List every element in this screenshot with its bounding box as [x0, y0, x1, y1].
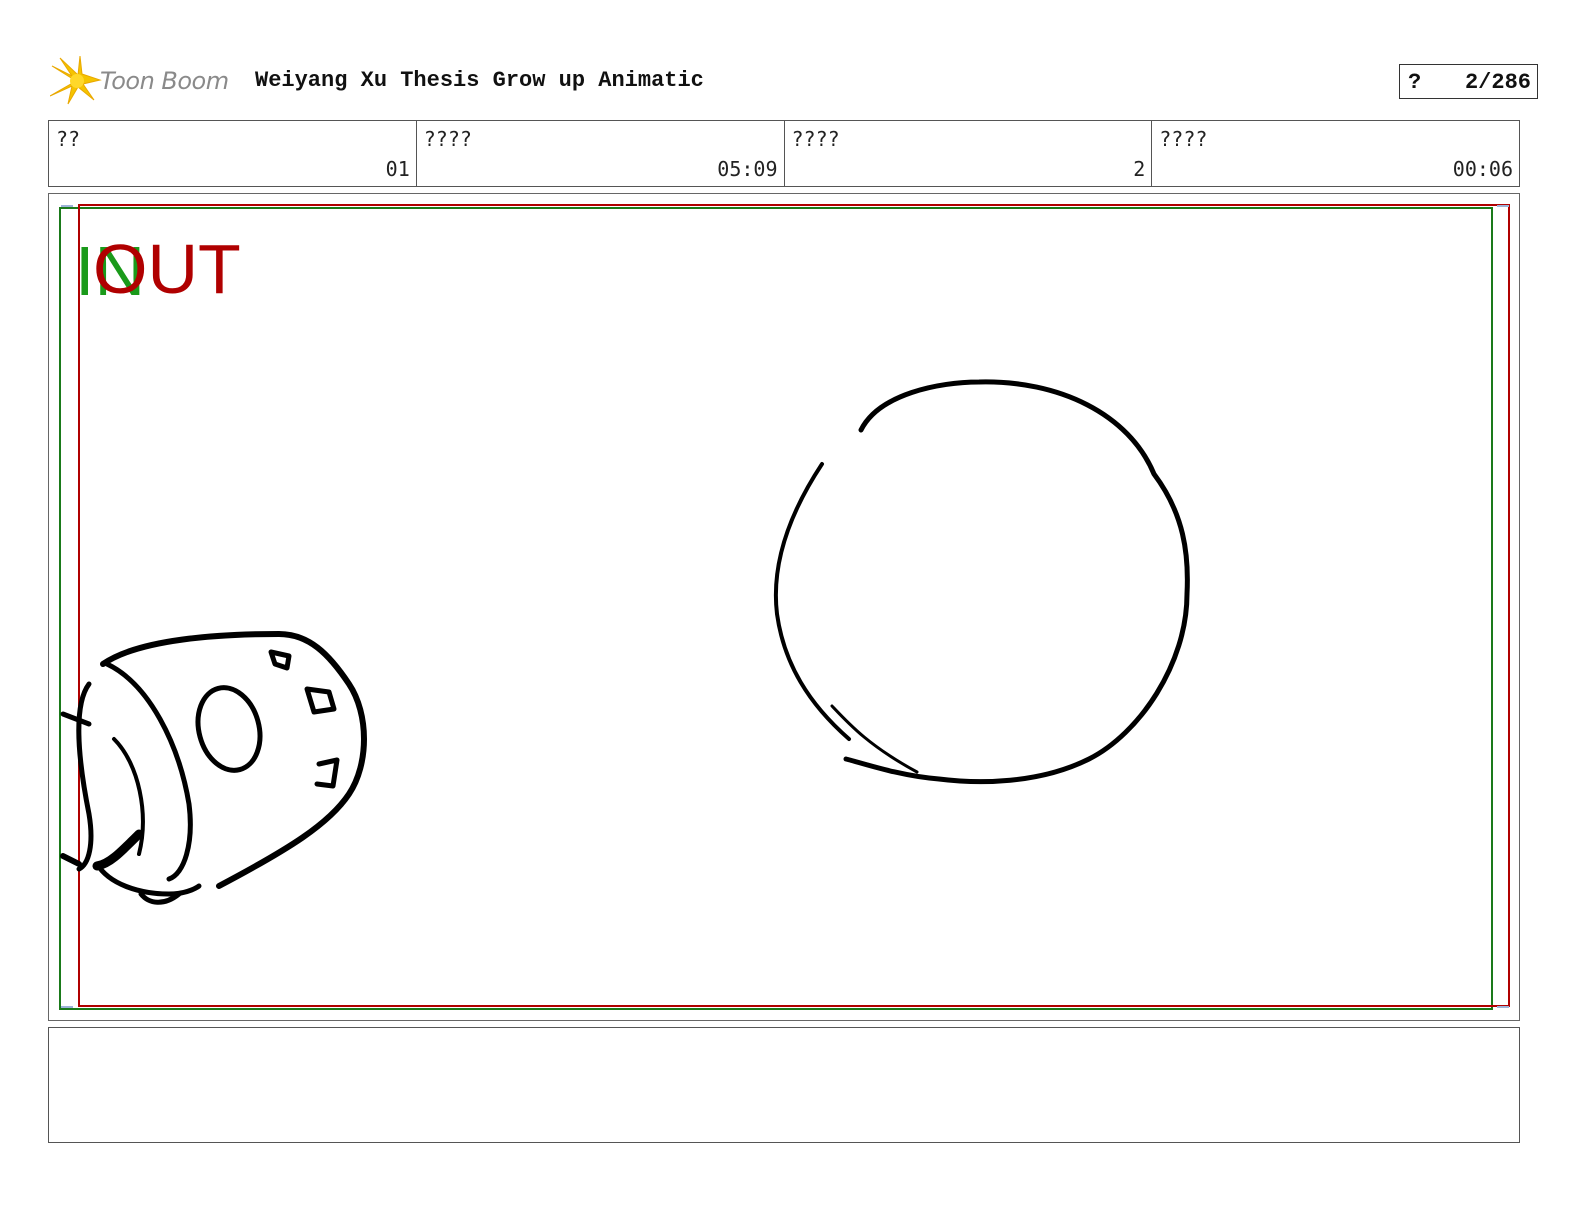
- starburst-icon: [50, 56, 102, 105]
- storyboard-header: Toon Boom Weiyang Xu Thesis Grow up Anim…: [50, 56, 1538, 106]
- capsule-sketch: [60, 631, 367, 905]
- corner-marks: [61, 205, 1509, 1008]
- planet-sketch: [773, 379, 1190, 785]
- out-marker: OUT: [93, 230, 241, 308]
- info-cell-duration: ???? 05:09: [415, 121, 784, 186]
- info-value: 2: [1133, 157, 1146, 181]
- scene-info-row: ?? 01 ???? 05:09 ???? 2 ???? 00:06: [48, 120, 1520, 187]
- project-title: Weiyang Xu Thesis Grow up Animatic: [255, 68, 704, 93]
- page-counter: ? 2/286: [1399, 64, 1538, 99]
- out-frame: [78, 204, 1510, 1007]
- caption-box: [48, 1027, 1520, 1143]
- info-label: ????: [1159, 127, 1208, 151]
- page-number: 2/286: [1464, 70, 1531, 95]
- info-value: 05:09: [717, 157, 778, 181]
- info-value: 00:06: [1452, 157, 1513, 181]
- info-label: ????: [423, 127, 472, 151]
- info-cell-scene: ?? 01: [49, 121, 416, 186]
- storyboard-panel: IN OUT: [48, 193, 1520, 1021]
- panel-drawing: IN OUT: [59, 204, 1510, 1010]
- page-label: ?: [1408, 70, 1422, 95]
- info-label: ????: [791, 127, 840, 151]
- info-label: ??: [56, 127, 81, 151]
- logo-text: Toon Boom: [100, 67, 229, 95]
- info-cell-panel: ???? 2: [783, 121, 1152, 186]
- info-value: 01: [385, 157, 410, 181]
- info-cell-panel-duration: ???? 00:06: [1151, 121, 1519, 186]
- toon-boom-logo: Toon Boom: [50, 56, 229, 106]
